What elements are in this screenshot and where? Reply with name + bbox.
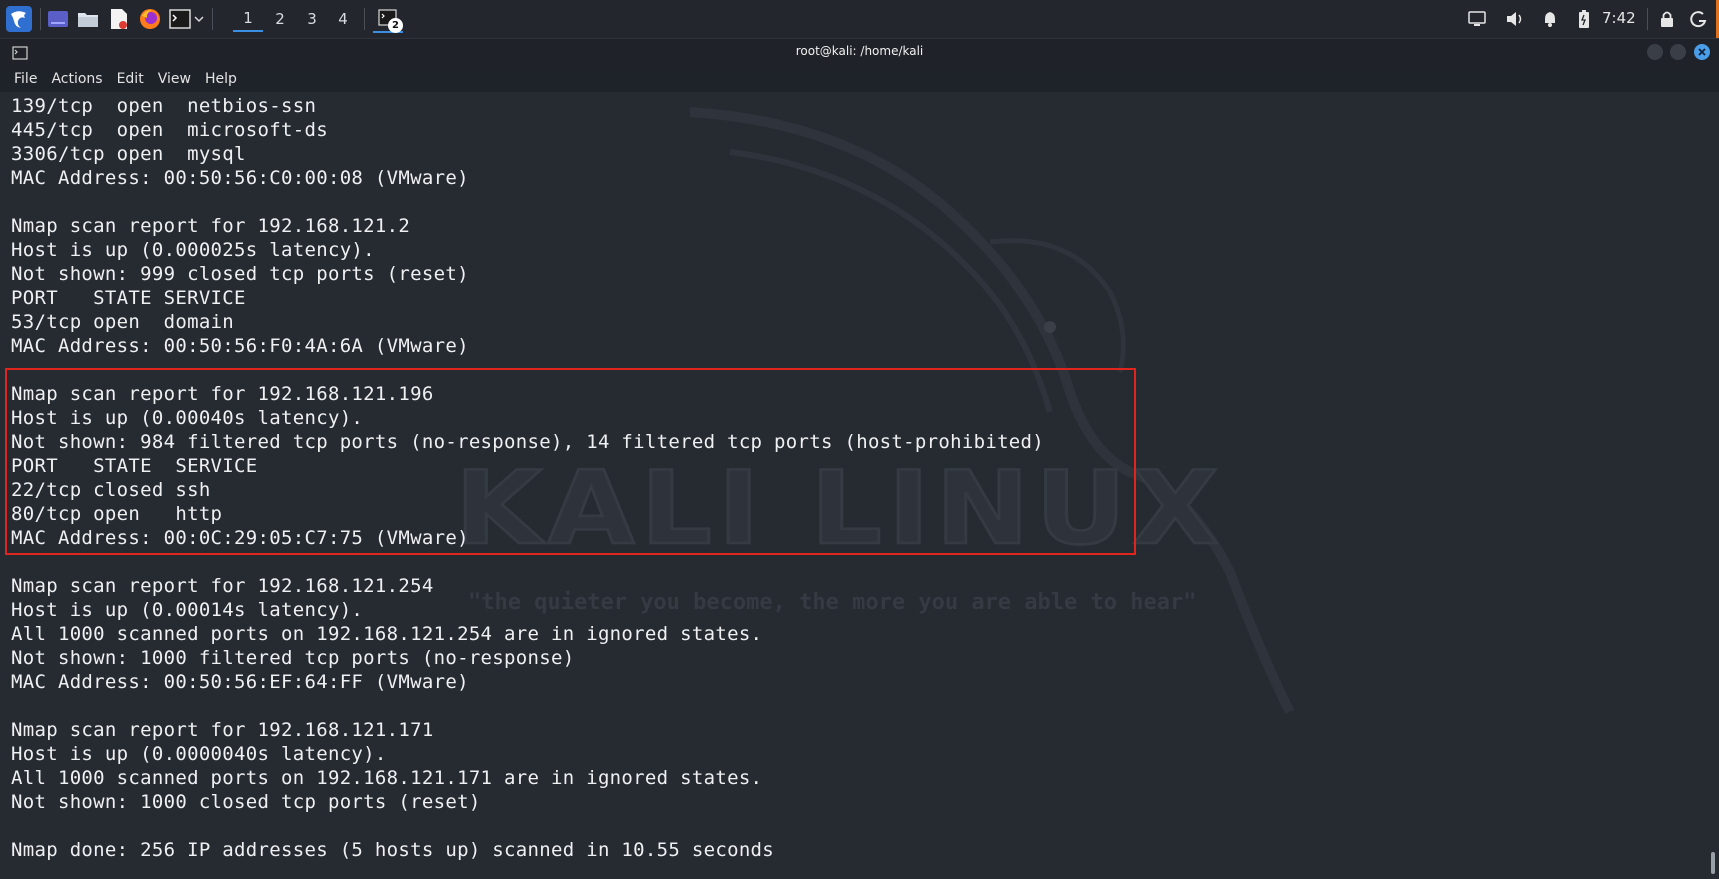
terminal-line: All 1000 scanned ports on 192.168.121.17… [11,767,763,789]
firefox-icon[interactable] [138,5,162,33]
volume-icon[interactable] [1505,9,1525,29]
workspace-4[interactable]: 4 [328,6,358,32]
menu-file[interactable]: File [0,67,44,91]
display-icon[interactable] [1467,9,1487,29]
workspace-3[interactable]: 3 [297,6,327,32]
desktop-icon[interactable] [46,5,70,33]
notification-bell-icon[interactable] [1540,9,1560,29]
close-button[interactable] [1694,44,1710,60]
minimize-button[interactable] [1647,44,1663,60]
terminal-output-area[interactable]: KALI LINUX "the quieter you become, the … [0,92,1719,879]
terminal-line: MAC Address: 00:50:56:C0:00:08 (VMware) [11,167,469,189]
kali-menu-icon[interactable] [4,5,34,33]
terminal-line: All 1000 scanned ports on 192.168.121.25… [11,623,763,645]
terminal-icon[interactable] [168,5,192,33]
power-icon[interactable] [1689,9,1709,29]
menu-bar: File Actions Edit View Help [0,67,244,91]
terminal-line: MAC Address: 00:50:56:F0:4A:6A (VMware) [11,335,469,357]
menu-edit[interactable]: Edit [110,67,151,91]
terminal-scrollbar[interactable] [1711,852,1715,874]
window-title: root@kali: /home/kali [795,44,924,58]
clock[interactable]: 7:42 [1602,9,1636,27]
menu-view[interactable]: View [151,67,198,91]
workspace-2[interactable]: 2 [265,6,295,32]
lock-icon[interactable] [1657,9,1677,29]
terminal-line: Not shown: 1000 filtered tcp ports (no-r… [11,647,575,669]
terminal-line: Nmap scan report for 192.168.121.171 [11,719,434,741]
terminal-line: Nmap scan report for 192.168.121.254 [11,575,434,597]
terminal-line: MAC Address: 00:50:56:EF:64:FF (VMware) [11,671,469,693]
battery-icon[interactable] [1574,9,1594,29]
terminal-line: Host is up (0.00014s latency). [11,599,364,621]
menu-actions[interactable]: Actions [44,67,109,91]
terminal-line: 445/tcp open microsoft-ds [11,119,328,141]
terminal-line: Not shown: 999 closed tcp ports (reset) [11,263,469,285]
close-icon [1698,48,1706,56]
taskbar-badge: 2 [388,18,403,33]
window-titlebar[interactable]: root@kali: /home/kali [0,39,1719,70]
terminal-line: 139/tcp open netbios-ssn [11,95,317,117]
dropdown-icon[interactable] [192,5,206,33]
terminal-line: Not shown: 1000 closed tcp ports (reset) [11,791,481,813]
highlight-annotation-box [5,368,1136,555]
workspace-1[interactable]: 1 [233,6,263,32]
maximize-button[interactable] [1670,44,1686,60]
terminal-line: 53/tcp open domain [11,311,235,333]
top-panel: 1 2 3 4 2 7:42 [0,0,1719,39]
taskbar-terminal-button[interactable]: 2 [373,5,403,33]
terminal-line: Host is up (0.0000040s latency). [11,743,387,765]
terminal-line: Nmap done: 256 IP addresses (5 hosts up)… [11,839,775,861]
text-editor-icon[interactable] [107,5,131,33]
terminal-line: Host is up (0.000025s latency). [11,239,375,261]
terminal-line: 3306/tcp open mysql [11,143,246,165]
terminal-line: PORT STATE SERVICE [11,287,246,309]
file-manager-icon[interactable] [76,5,100,33]
terminal-line: Nmap scan report for 192.168.121.2 [11,215,411,237]
menu-help[interactable]: Help [198,67,244,91]
